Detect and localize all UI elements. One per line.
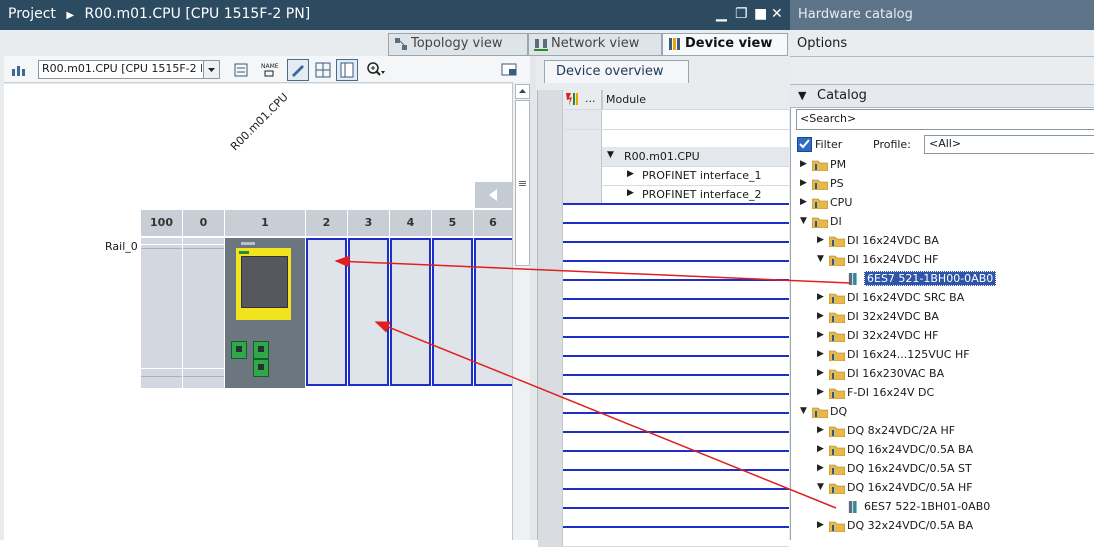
drag-arrows-overlay	[334, 255, 851, 509]
drag-arrow-2	[374, 321, 837, 509]
drag-arrow-1	[334, 255, 851, 284]
